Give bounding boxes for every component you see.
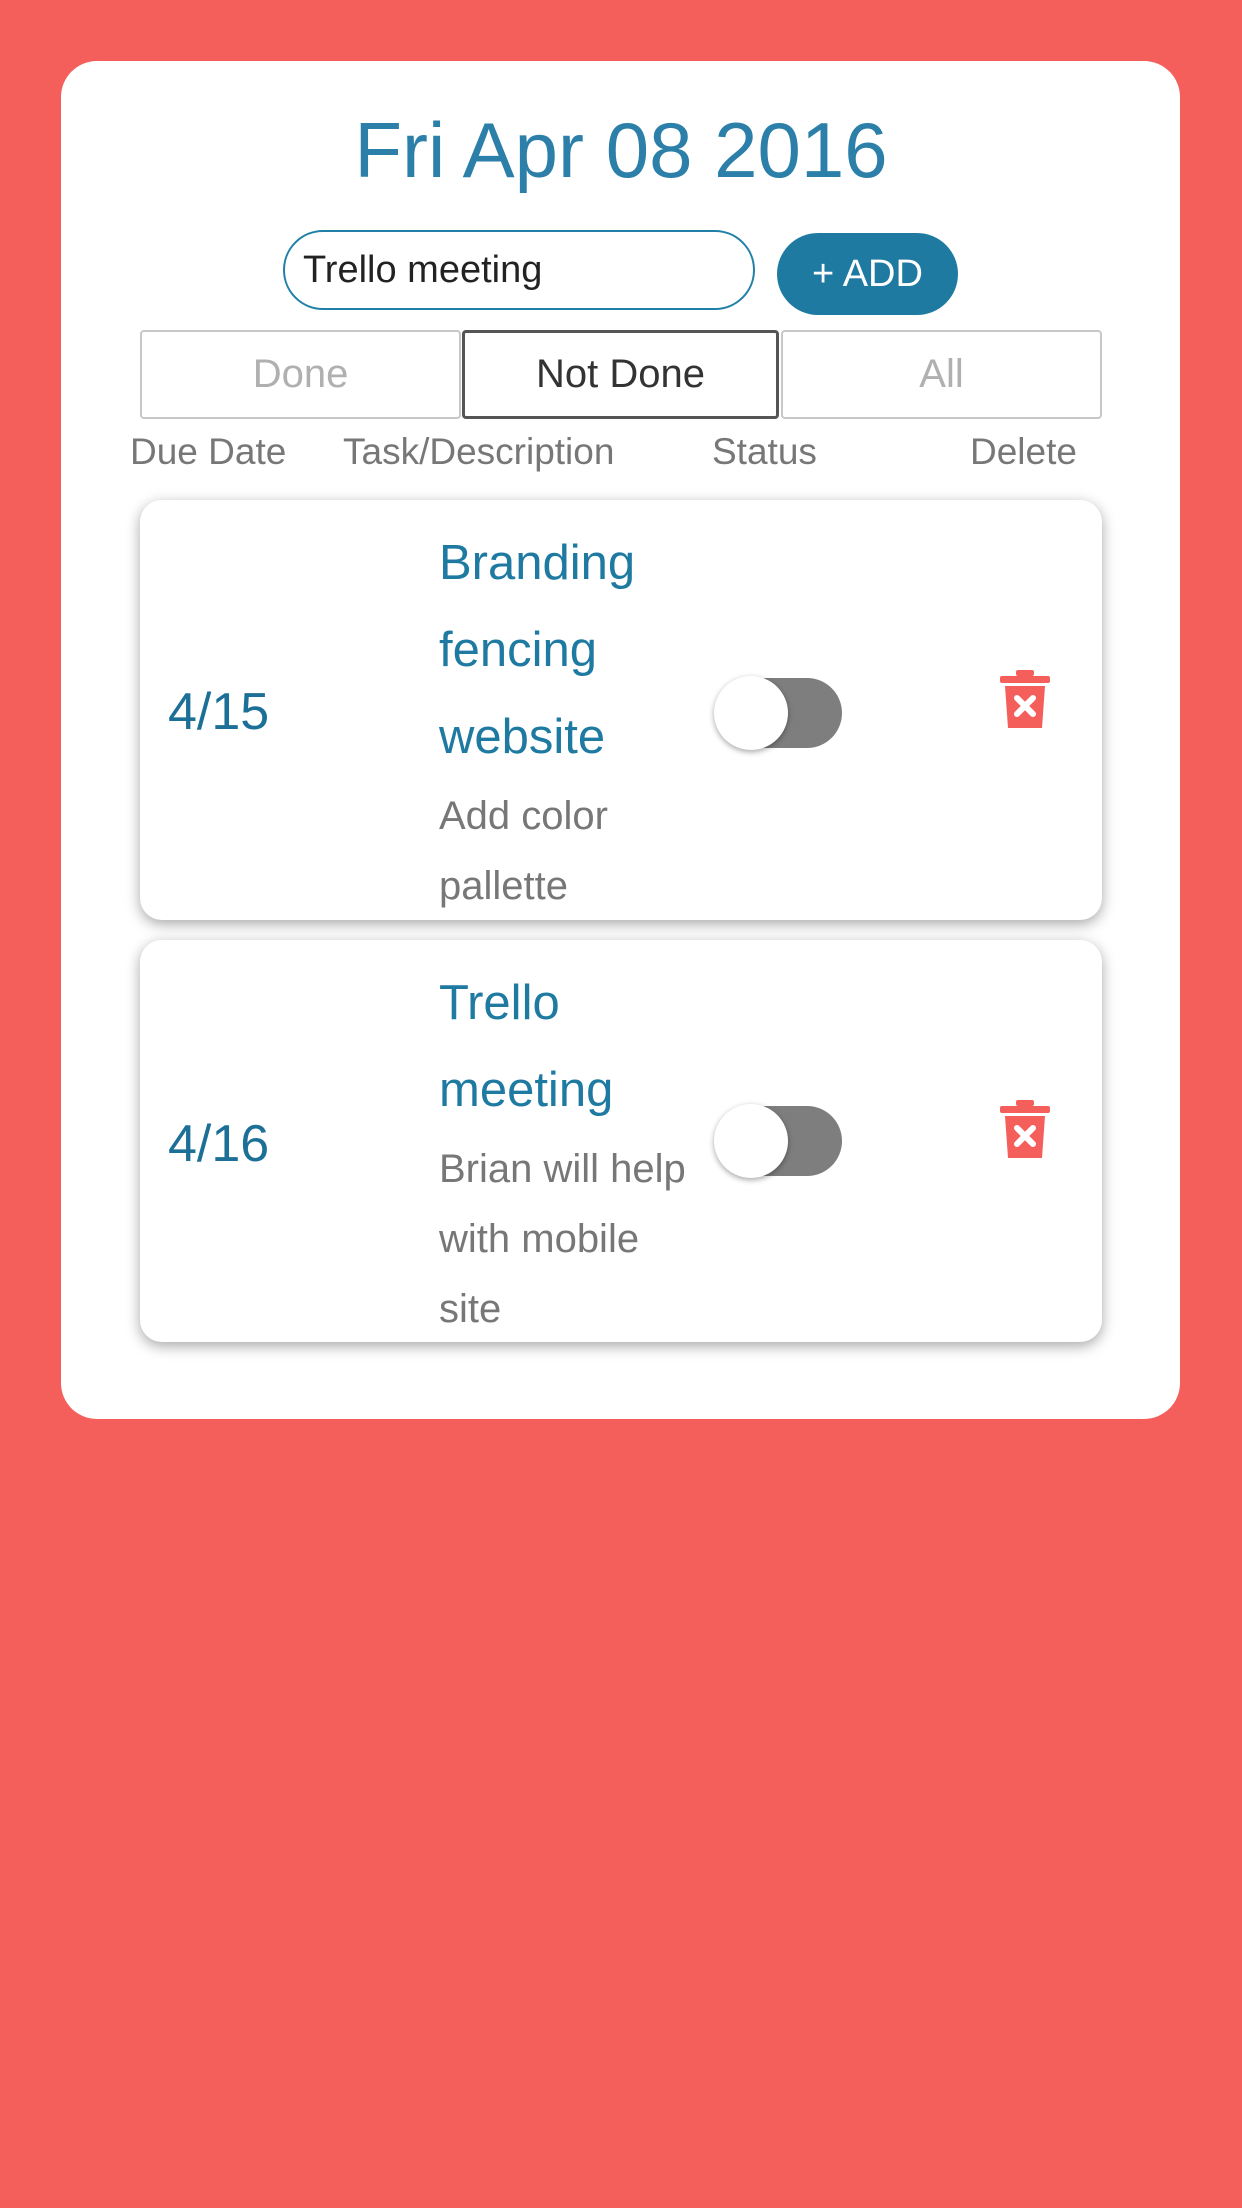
toggle-knob — [714, 1104, 788, 1178]
task-description: Brian will help with mobile site — [439, 1147, 686, 1331]
tab-not-done[interactable]: Not Done — [462, 330, 779, 419]
task-content: Trello meeting Brian will help with mobi… — [439, 960, 699, 1344]
column-header-status: Status — [712, 431, 817, 472]
task-due-date: 4/16 — [168, 1115, 270, 1173]
status-toggle[interactable] — [714, 676, 842, 750]
task-due-date: 4/15 — [168, 683, 270, 741]
column-header-task: Task/Description — [343, 431, 615, 472]
task-card: 4/16 Trello meeting Brian will help with… — [140, 940, 1102, 1342]
column-header-delete: Delete — [970, 431, 1077, 472]
status-toggle[interactable] — [714, 1104, 842, 1178]
page-title: Fri Apr 08 2016 — [354, 106, 888, 194]
task-card: 4/15 Branding fencing website Add color … — [140, 500, 1102, 920]
column-header-due-date: Due Date — [130, 431, 287, 472]
trash-x-icon[interactable] — [1000, 670, 1050, 728]
trash-x-icon[interactable] — [1000, 1100, 1050, 1158]
new-task-input[interactable] — [283, 230, 755, 310]
task-title: Branding fencing website — [439, 536, 636, 764]
toggle-knob — [714, 676, 788, 750]
tab-done[interactable]: Done — [140, 330, 461, 419]
add-task-button[interactable]: + ADD — [777, 233, 958, 315]
task-content: Branding fencing website Add color palle… — [439, 520, 699, 921]
task-description: Add color pallette — [439, 794, 608, 908]
task-title: Trello meeting — [439, 976, 614, 1117]
tab-all[interactable]: All — [781, 330, 1102, 419]
